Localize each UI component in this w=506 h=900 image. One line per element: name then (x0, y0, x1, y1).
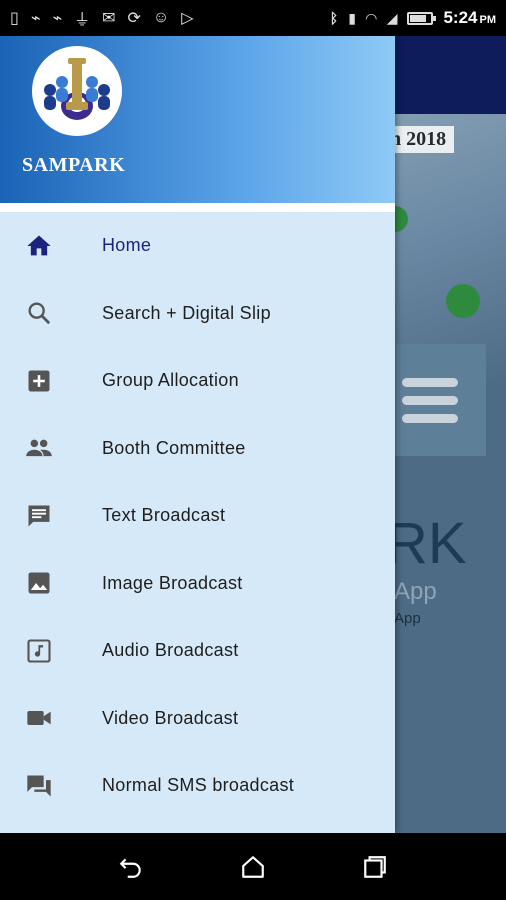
battery-icon (407, 11, 437, 25)
drawer-header: SAMPARK (0, 36, 395, 203)
menu-item-image-broadcast[interactable]: Image Broadcast (0, 550, 395, 618)
menu-item-label: Normal SMS broadcast (102, 775, 295, 796)
menu-item-group-allocation[interactable]: Group Allocation (0, 347, 395, 415)
background-subtitle-small: App (394, 610, 421, 627)
clock: 5:24 PM (443, 8, 496, 27)
recents-icon[interactable] (360, 852, 390, 882)
menu-item-label: Group Allocation (102, 370, 239, 391)
status-right: ᛒ ▮ ◠ ◢ 5:24 PM (330, 8, 496, 28)
search-icon (24, 298, 54, 328)
android-icon: ☺ (152, 9, 170, 26)
image-icon (24, 568, 54, 598)
app-brand-name: SAMPARK (22, 154, 126, 176)
forum-icon (24, 771, 54, 801)
activity-icon: ⌁ (30, 10, 41, 27)
vibrate-icon: ▮ (348, 9, 356, 26)
menu-item-label: Text Broadcast (102, 505, 226, 526)
menu-item-label: Image Broadcast (102, 572, 243, 593)
menu-item-audio-broadcast[interactable]: Audio Broadcast (0, 617, 395, 685)
status-bar: ▯ ⌁ ⌁ ⏚ ✉ ⟳ ☺ ▷ ᛒ ▮ ◠ ◢ 5:24 PM (0, 0, 506, 36)
menu-item-label: Audio Broadcast (102, 640, 239, 661)
header-divider (0, 203, 395, 212)
play-icon: ▷ (181, 10, 194, 27)
sync-icon: ⟳ (127, 10, 141, 27)
menu-item-normal-sms-broadcast[interactable]: Normal SMS broadcast (0, 752, 395, 820)
usb-icon: ⏚ (74, 12, 91, 29)
music-note-icon (24, 636, 54, 666)
menu-item-label: Video Broadcast (102, 707, 239, 728)
home-icon[interactable] (238, 852, 268, 882)
back-icon[interactable] (116, 852, 146, 882)
wifi-icon: ◠ (365, 9, 377, 26)
home-icon (24, 231, 54, 261)
sim-icon: ▯ (10, 10, 19, 27)
chat-icon (24, 501, 54, 531)
app-logo (32, 46, 122, 136)
videocam-icon (24, 703, 54, 733)
activity-icon: ⌁ (52, 10, 63, 27)
bluetooth-icon: ᛒ (329, 10, 339, 26)
system-navigation-bar (0, 833, 506, 900)
menu-item-label: Search + Digital Slip (102, 302, 271, 323)
status-icons: ▯ ⌁ ⌁ ⏚ ✉ ⟳ ☺ ▷ (10, 6, 194, 30)
gmail-icon: ✉ (102, 10, 116, 27)
drawer-menu: Home Search + Digital Slip Group Allocat… (0, 212, 395, 820)
signal-icon: ◢ (386, 9, 398, 26)
menu-item-booth-committee[interactable]: Booth Committee (0, 415, 395, 483)
add-box-icon (24, 366, 54, 396)
menu-item-text-broadcast[interactable]: Text Broadcast (0, 482, 395, 550)
menu-item-search-digital-slip[interactable]: Search + Digital Slip (0, 280, 395, 348)
people-icon (24, 433, 54, 463)
menu-item-label: Booth Committee (102, 437, 246, 458)
menu-item-label: Home (102, 235, 152, 256)
menu-item-home[interactable]: Home (0, 212, 395, 280)
navigation-drawer: SAMPARK Home Search + Digital Slip Group… (0, 36, 395, 833)
banner-dot (446, 284, 480, 318)
background-title: RK (386, 511, 467, 576)
background-subtitle: App (394, 578, 437, 605)
menu-item-video-broadcast[interactable]: Video Broadcast (0, 685, 395, 753)
